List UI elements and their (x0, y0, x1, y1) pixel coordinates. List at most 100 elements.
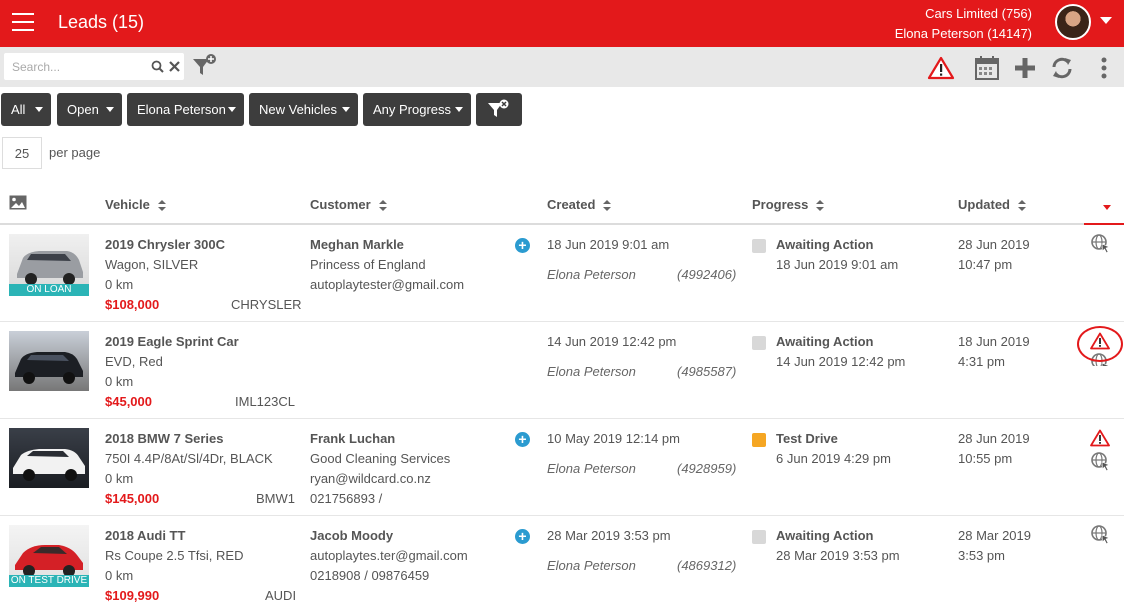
column-label: Progress (752, 197, 809, 212)
column-label: Updated (958, 197, 1010, 212)
add-customer-icon[interactable]: + (515, 529, 530, 544)
warning-icon[interactable] (927, 55, 955, 81)
sort-icon (603, 200, 612, 212)
vehicle-description: Rs Coupe 2.5 Tfsi, RED (105, 548, 244, 563)
lead-id: (4985587) (677, 364, 737, 379)
sort-icon (378, 200, 387, 212)
clear-filter-button[interactable] (476, 93, 522, 126)
assigned-agent: Elona Peterson (547, 461, 636, 476)
clear-icon[interactable] (168, 59, 181, 73)
progress-date: 18 Jun 2019 9:01 am (776, 257, 899, 272)
progress-date: 28 Mar 2019 3:53 pm (776, 548, 900, 563)
sort-icon (1018, 200, 1026, 212)
stock-number: IML123CL (235, 394, 295, 409)
filter-status-dropdown[interactable]: Open (57, 93, 122, 126)
table-row[interactable]: 2019 Eagle Sprint Car EVD, Red 0 km $45,… (0, 322, 1124, 419)
assigned-agent: Elona Peterson (547, 267, 636, 282)
page-title: Leads (15) (58, 12, 145, 32)
vehicle-description: 750I 4.4P/8At/Sl/4Dr, BLACK (105, 451, 273, 466)
column-header-created[interactable]: Created (547, 197, 612, 212)
user-name: Elona Peterson (14147) (894, 26, 1032, 41)
chevron-down-icon (228, 107, 236, 112)
add-customer-icon[interactable]: + (515, 432, 530, 447)
status-badge: ON LOAN (9, 284, 89, 296)
progress-status-indicator (752, 239, 766, 253)
vehicle-title[interactable]: 2018 BMW 7 Series (105, 431, 224, 446)
created-date: 14 Jun 2019 12:42 pm (547, 334, 677, 349)
web-lead-globe-icon[interactable] (1090, 451, 1112, 472)
progress-status: Test Drive (776, 431, 838, 446)
updated-time: 10:55 pm (958, 451, 1013, 466)
avatar[interactable] (1055, 4, 1091, 40)
table-row[interactable]: ON LOAN 2019 Chrysler 300C Wagon, SILVER… (0, 225, 1124, 322)
vehicle-km: 0 km (105, 277, 134, 292)
account-info[interactable]: Cars Limited (756) Elona Peterson (14147… (895, 4, 1032, 44)
add-customer-icon[interactable]: + (515, 238, 530, 253)
per-page-label: per page (49, 145, 101, 160)
stock-number: AUDI (265, 588, 297, 603)
progress-status-indicator (752, 433, 766, 447)
refresh-icon[interactable] (1049, 55, 1075, 81)
customer-name[interactable]: Meghan Markle (310, 237, 404, 252)
chevron-down-icon (342, 107, 350, 112)
updated-date: 28 Jun 2019 (958, 237, 1030, 252)
progress-status: Awaiting Action (776, 334, 874, 349)
warning-icon[interactable] (1090, 429, 1112, 449)
customer-detail: Princess of England (310, 257, 426, 272)
web-lead-globe-icon[interactable] (1090, 524, 1112, 545)
search-input[interactable] (12, 57, 144, 76)
calendar-icon[interactable] (974, 55, 1000, 81)
account-chevron-down-icon[interactable] (1100, 17, 1112, 24)
column-header-updated[interactable]: Updated (958, 197, 1026, 212)
progress-date: 6 Jun 2019 4:29 pm (776, 451, 891, 466)
search-icon[interactable] (150, 59, 164, 73)
status-badge: ON TEST DRIVE (9, 575, 89, 587)
lead-id: (4928959) (677, 461, 737, 476)
vehicle-title[interactable]: 2018 Audi TT (105, 528, 185, 543)
customer-phone: 021756893 / (310, 491, 383, 506)
filter-user-dropdown[interactable]: Elona Peterson (127, 93, 244, 126)
vehicle-km: 0 km (105, 374, 134, 389)
customer-name[interactable]: Frank Luchan (310, 431, 395, 446)
vehicle-title[interactable]: 2019 Chrysler 300C (105, 237, 225, 252)
column-header-vehicle[interactable]: Vehicle (105, 197, 166, 212)
vehicle-km: 0 km (105, 568, 134, 583)
filter-remove-icon (488, 99, 509, 117)
created-date: 28 Mar 2019 3:53 pm (547, 528, 671, 543)
updated-date: 18 Jun 2019 (958, 334, 1030, 349)
lead-id: (4869312) (677, 558, 737, 573)
filter-type-dropdown[interactable]: All (1, 93, 51, 126)
updated-date: 28 Mar 2019 (958, 528, 1031, 543)
vehicle-thumbnail[interactable] (9, 428, 89, 488)
sort-icon (816, 200, 825, 212)
vehicle-price: $109,990 (105, 588, 160, 603)
progress-status-indicator (752, 530, 766, 544)
per-page-input[interactable] (2, 137, 42, 169)
column-label: Vehicle (105, 197, 150, 212)
updated-date: 28 Jun 2019 (958, 431, 1030, 446)
more-vertical-icon[interactable] (1092, 55, 1116, 81)
menu-icon[interactable] (12, 13, 34, 31)
progress-status: Awaiting Action (776, 237, 874, 252)
highlight-annotation-circle (1077, 326, 1123, 362)
column-label: Created (547, 197, 596, 212)
stock-number: CHRYSLER (231, 297, 302, 312)
column-label: Customer (310, 197, 371, 212)
table-row[interactable]: ON TEST DRIVE 2018 Audi TT Rs Coupe 2.5 … (0, 516, 1124, 609)
column-header-progress[interactable]: Progress (752, 197, 825, 212)
column-header-customer[interactable]: Customer (310, 197, 387, 212)
customer-name[interactable]: Jacob Moody (310, 528, 393, 543)
progress-date: 14 Jun 2019 12:42 pm (776, 354, 906, 369)
add-filter-icon[interactable] (192, 54, 218, 80)
vehicle-title[interactable]: 2019 Eagle Sprint Car (105, 334, 239, 349)
add-icon[interactable] (1012, 55, 1038, 81)
updated-time: 4:31 pm (958, 354, 1005, 369)
web-lead-globe-icon[interactable] (1090, 233, 1112, 254)
sort-desc-icon[interactable] (1103, 205, 1111, 210)
customer-phone: 0218908 / 09876459 (310, 568, 430, 583)
filter-vehicle-dropdown[interactable]: New Vehicles (249, 93, 358, 126)
table-row[interactable]: 2018 BMW 7 Series 750I 4.4P/8At/Sl/4Dr, … (0, 419, 1124, 516)
company-name: Cars Limited (756) (925, 6, 1032, 21)
filter-progress-dropdown[interactable]: Any Progress (363, 93, 471, 126)
vehicle-thumbnail[interactable] (9, 331, 89, 391)
